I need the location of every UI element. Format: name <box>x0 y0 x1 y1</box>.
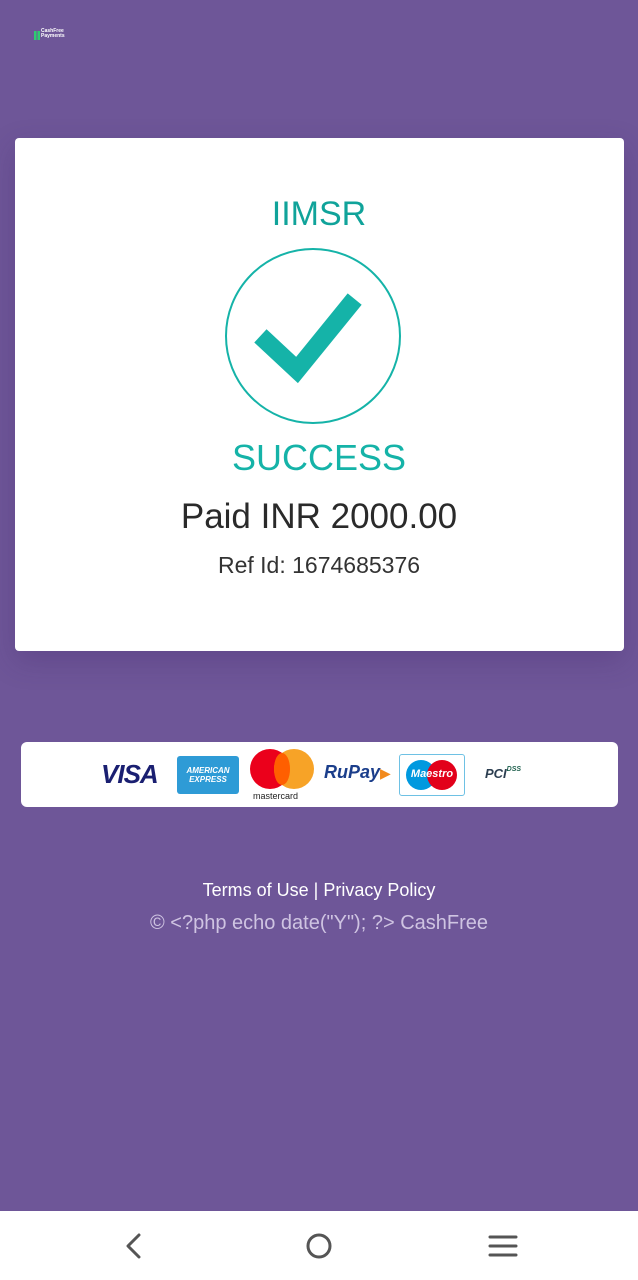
back-icon[interactable] <box>117 1229 151 1263</box>
reference-id: Ref Id: 1674685376 <box>217 552 421 578</box>
privacy-link[interactable]: Privacy Policy <box>323 880 435 900</box>
pci-label: PCI <box>485 766 507 781</box>
maestro-logo: Maestro <box>399 754 465 796</box>
logo-mark-icon <box>34 31 40 40</box>
amex-line-1: AMERICAN <box>186 766 230 775</box>
payment-brands-strip: VISA AMERICAN EXPRESS mastercard RuPay▶ … <box>21 742 618 807</box>
home-icon[interactable] <box>302 1229 336 1263</box>
cashfree-logo: CashFree Payments <box>34 29 68 41</box>
footer-links: Terms of Use | Privacy Policy <box>0 878 638 902</box>
menu-icon[interactable] <box>486 1229 520 1263</box>
merchant-name: IIMSR <box>271 195 367 233</box>
mastercard-label: mastercard <box>253 791 299 801</box>
rupay-label: RuPay <box>324 762 381 782</box>
footer-separator: | <box>313 880 319 900</box>
mastercard-logo: mastercard <box>250 749 314 801</box>
maestro-label: Maestro <box>410 768 454 780</box>
logo-line-2: Payments <box>41 33 65 39</box>
amex-logo: AMERICAN EXPRESS <box>177 756 239 794</box>
status-text: SUCCESS <box>231 437 407 478</box>
terms-link[interactable]: Terms of Use <box>203 880 309 900</box>
paid-amount: Paid INR 2000.00 <box>180 497 458 536</box>
copyright-text: © <?php echo date("Y"); ?> CashFree <box>149 912 489 934</box>
pci-dss-logo: PCIDSS <box>485 766 521 781</box>
dss-label: DSS <box>506 766 522 773</box>
rupay-logo: RuPay▶ <box>324 762 391 783</box>
amex-line-2: EXPRESS <box>189 775 227 784</box>
visa-logo: VISA <box>101 759 159 789</box>
android-nav-bar <box>0 1211 638 1280</box>
success-check-icon <box>225 248 401 424</box>
rupay-arrow-icon: ▶ <box>380 765 391 781</box>
